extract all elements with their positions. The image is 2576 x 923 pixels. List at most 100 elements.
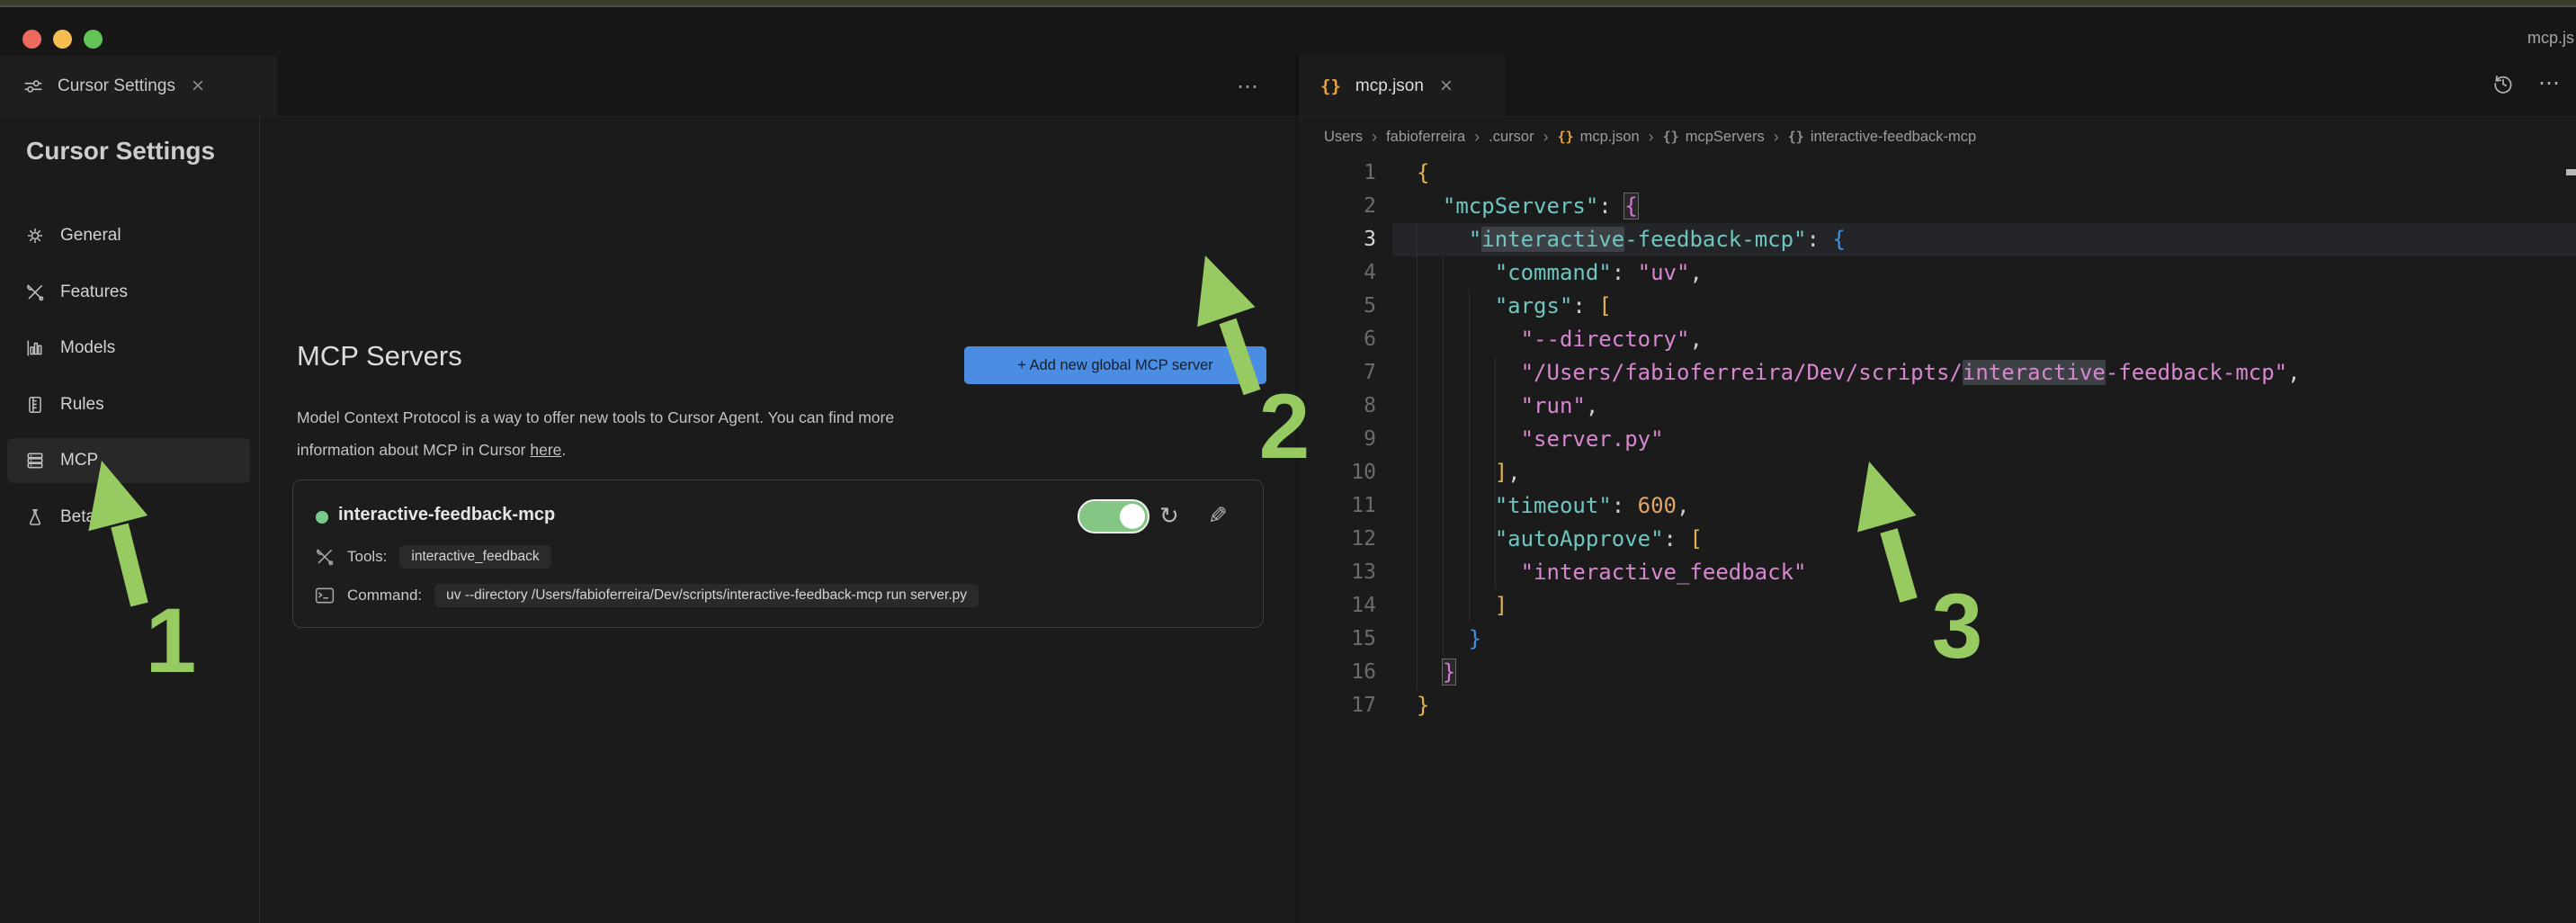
- line-number: 2: [1364, 194, 1376, 218]
- code-line-11: "timeout": 600,: [1494, 493, 1690, 518]
- breadcrumb-item[interactable]: fabioferreira: [1386, 129, 1465, 146]
- line-number: 3: [1364, 228, 1376, 251]
- code-line-10: ],: [1494, 460, 1521, 485]
- page-title: Cursor Settings: [26, 137, 216, 165]
- code-line-13: "interactive_feedback": [1520, 560, 1807, 585]
- code-line-6: "--directory",: [1520, 327, 1703, 352]
- sidebar-divider: [259, 117, 260, 923]
- annotation-number-2: 2: [1258, 375, 1310, 478]
- mcp-server-card: interactive-feedback-mcp ↻ ✎ Tools: inte…: [292, 479, 1264, 628]
- titlebar: mcp.js: [0, 7, 2576, 56]
- traffic-light-zoom[interactable]: [84, 30, 103, 49]
- close-tab-icon[interactable]: ×: [192, 75, 204, 97]
- editor-more-actions-icon[interactable]: ⋯: [2538, 70, 2562, 96]
- close-tab-icon[interactable]: ×: [1440, 75, 1453, 97]
- sidebar-item-models[interactable]: Models: [7, 326, 250, 371]
- line-number: 12: [1351, 527, 1376, 551]
- editor-tabbar: {} mcp.json ×: [1297, 56, 2576, 117]
- line-number: 14: [1351, 594, 1376, 617]
- tools-label: Tools:: [347, 548, 388, 565]
- annotation-number-3: 3: [1931, 575, 1983, 677]
- editor-action-buttons: ⋯: [2491, 70, 2562, 96]
- description-line1: Model Context Protocol is a way to offer…: [297, 408, 895, 426]
- breadcrumb-separator: ›: [1372, 128, 1378, 146]
- tabbar-more-actions-icon[interactable]: ⋯: [1230, 70, 1266, 103]
- breadcrumb-item[interactable]: {} interactive-feedback-mcp: [1788, 129, 1976, 146]
- code-line-14: ]: [1494, 593, 1508, 618]
- gear-icon: [25, 226, 45, 246]
- tab-label: mcp.json: [1355, 76, 1424, 95]
- chart-icon: [25, 338, 45, 358]
- line-number: 11: [1351, 494, 1376, 517]
- tools-icon: [25, 282, 45, 302]
- code-editor[interactable]: 1 {2 "mcpServers": { 3 "interactive-feedba…: [1297, 157, 2576, 923]
- breadcrumb-separator: ›: [1474, 128, 1480, 146]
- sidebar-item-beta[interactable]: Beta: [7, 495, 250, 540]
- code-line-9: "server.py": [1520, 426, 1664, 452]
- stack-icon: [25, 451, 45, 470]
- line-number: 6: [1364, 327, 1376, 351]
- line-number: 16: [1351, 660, 1376, 684]
- line-number: 5: [1364, 294, 1376, 318]
- here-link[interactable]: here: [530, 441, 561, 459]
- sidebar-item-mcp[interactable]: MCP: [7, 438, 250, 484]
- timeline-history-icon[interactable]: [2491, 72, 2515, 95]
- json-editor-pane: Users › fabioferreira › .cursor › {} mcp.json › {…: [1297, 117, 2576, 923]
- tab-cursor-settings[interactable]: Cursor Settings ×: [0, 56, 277, 116]
- breadcrumb-separator: ›: [1543, 128, 1549, 146]
- mcp-description: Model Context Protocol is a way to offer…: [297, 408, 895, 459]
- sidebar-item-label: Beta: [60, 507, 96, 526]
- code-line-5: "args": [: [1494, 293, 1612, 318]
- server-status-dot: [316, 511, 328, 524]
- breadcrumb-item[interactable]: Users: [1324, 129, 1363, 146]
- section-title: MCP Servers: [297, 340, 462, 372]
- breadcrumb: Users › fabioferreira › .cursor › {} mcp.json › {…: [1324, 128, 1976, 147]
- sidebar-item-rules[interactable]: Rules: [7, 382, 250, 427]
- object-braces-icon: {}: [1787, 129, 1804, 145]
- server-enabled-toggle[interactable]: [1078, 499, 1149, 533]
- tools-icon: [315, 547, 335, 567]
- code-line-8: "run",: [1520, 393, 1599, 418]
- refresh-server-icon[interactable]: ↻: [1159, 502, 1179, 530]
- add-global-mcp-server-button[interactable]: + Add new global MCP server: [964, 346, 1266, 384]
- tab-label: Cursor Settings: [58, 76, 175, 95]
- breadcrumb-item[interactable]: .cursor: [1489, 129, 1534, 146]
- command-row: Command: uv --directory /Users/fabioferr…: [315, 584, 979, 607]
- window-title: mcp.js: [2527, 29, 2574, 47]
- breadcrumb-separator: ›: [1773, 128, 1779, 146]
- code-line-7: "/Users/fabioferreira/Dev/scripts/intera…: [1520, 360, 2301, 385]
- sidebar-item-label: General: [60, 226, 121, 245]
- tab-mcp-json[interactable]: {} mcp.json ×: [1299, 56, 1506, 116]
- sidebar-item-label: MCP: [60, 451, 99, 470]
- line-number: 15: [1351, 627, 1376, 650]
- line-number: 1: [1364, 161, 1376, 184]
- code-line-3: "interactive-feedback-mcp": {: [1468, 227, 1846, 252]
- command-label: Command:: [347, 587, 423, 604]
- traffic-light-close[interactable]: [22, 30, 41, 49]
- breadcrumb-item[interactable]: {} mcp.json: [1558, 129, 1640, 146]
- json-file-icon: {}: [1320, 76, 1341, 96]
- settings-tabbar: Cursor Settings × ⋯: [0, 56, 1297, 117]
- sidebar-item-general[interactable]: General: [7, 213, 250, 258]
- object-braces-icon: {}: [1662, 129, 1679, 145]
- code-line-15: }: [1468, 626, 1482, 651]
- command-value-badge: uv --directory /Users/fabioferreira/Dev/…: [434, 584, 979, 607]
- breadcrumb-item[interactable]: {} mcpServers: [1663, 129, 1765, 146]
- code-line-16: }: [1441, 659, 1457, 686]
- server-name: interactive-feedback-mcp: [338, 505, 556, 524]
- flask-icon: [25, 507, 45, 527]
- code-line-2: "mcpServers": {: [1442, 193, 1639, 220]
- edit-server-icon[interactable]: ✎: [1208, 502, 1228, 530]
- rules-icon: [25, 395, 45, 415]
- sidebar-item-label: Models: [60, 338, 116, 358]
- sidebar-item-features[interactable]: Features: [7, 270, 250, 315]
- breadcrumb-separator: ›: [1648, 128, 1654, 146]
- toggle-knob: [1120, 504, 1145, 529]
- line-number: 4: [1364, 261, 1376, 284]
- code-line-1: {: [1417, 160, 1430, 185]
- sliders-icon: [23, 76, 43, 96]
- terminal-icon: [315, 586, 335, 605]
- cursor-settings-pane: Cursor Settings General Features Models Rul…: [0, 117, 1297, 923]
- traffic-light-minimize[interactable]: [53, 30, 72, 49]
- code-line-17: }: [1417, 693, 1430, 718]
